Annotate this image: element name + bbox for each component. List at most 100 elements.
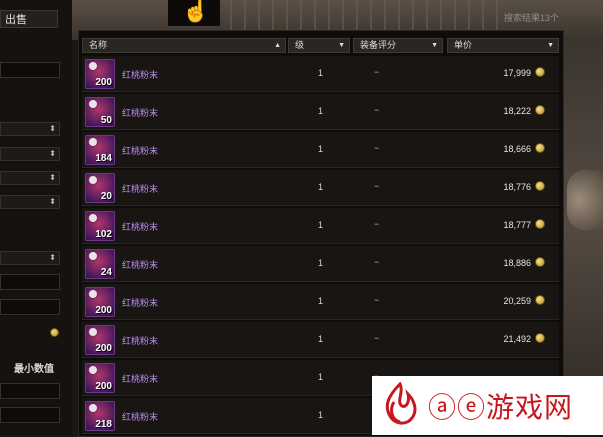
min-value-label: 最小数值 [14, 364, 54, 375]
item-quantity: 218 [95, 419, 112, 430]
gold-coin-icon [535, 143, 545, 153]
seal-icon [88, 251, 98, 261]
triangle-icon: ▼ [431, 42, 438, 49]
column-label: 名称 [89, 40, 108, 50]
filter-select-3[interactable]: ⬍ [0, 171, 60, 185]
list-item[interactable]: 200 红桃粉末 1 − 20,259 [82, 284, 559, 320]
min-value-input[interactable] [0, 383, 60, 399]
gold-coin-icon [535, 295, 545, 305]
item-icon: 200 [85, 325, 115, 355]
item-price: 18,886 [503, 258, 531, 268]
filter-select-5[interactable]: ⬍ [0, 251, 60, 265]
item-price: 18,776 [503, 182, 531, 192]
item-price: 18,777 [503, 220, 531, 230]
item-score: − [374, 143, 380, 153]
item-level: 1 [318, 334, 324, 344]
gold-coin-icon [535, 181, 545, 191]
item-level: 1 [318, 372, 324, 382]
seal-icon [88, 99, 98, 109]
gold-coin-icon [50, 328, 59, 337]
cursor-overlay: ☝ [168, 0, 220, 26]
item-price: 18,666 [503, 144, 531, 154]
gold-coin-icon [535, 219, 545, 229]
item-quantity: 200 [95, 77, 112, 88]
search-field[interactable] [0, 62, 60, 78]
item-icon: 200 [85, 59, 115, 89]
item-quantity: 24 [100, 267, 112, 278]
item-score: − [374, 219, 380, 229]
list-item[interactable]: 184 红桃粉末 1 − 18,666 [82, 132, 559, 168]
column-header-price[interactable]: 单价 ▼ [447, 38, 559, 53]
item-name: 红桃粉末 [122, 70, 159, 80]
item-score: − [374, 67, 380, 77]
item-level: 1 [318, 68, 324, 78]
list-item[interactable]: 200 红桃粉末 1 − 17,999 [82, 56, 559, 92]
item-icon: 50 [85, 97, 115, 127]
item-price: 21,492 [503, 334, 531, 344]
item-level: 1 [318, 296, 324, 306]
triangle-icon: ▲ [274, 42, 281, 49]
item-score: − [374, 295, 380, 305]
item-score: − [374, 257, 380, 267]
item-quantity: 102 [95, 229, 112, 240]
filter-select-1[interactable]: ⬍ [0, 122, 60, 136]
item-quantity: 200 [95, 305, 112, 316]
site-watermark: ⓐⓔ游戏网 [372, 376, 603, 435]
item-price: 17,999 [503, 68, 531, 78]
column-header-score[interactable]: 装备评分 ▼ [353, 38, 443, 53]
gold-coin-icon [535, 333, 545, 343]
item-icon: 102 [85, 211, 115, 241]
select-arrow-icon: ⬍ [49, 253, 56, 262]
seal-icon [88, 175, 98, 185]
item-icon: 218 [85, 401, 115, 431]
item-level: 1 [318, 220, 324, 230]
item-quantity: 184 [95, 153, 112, 164]
item-level: 1 [318, 258, 324, 268]
list-item[interactable]: 24 红桃粉末 1 − 18,886 [82, 246, 559, 282]
triangle-icon: ▼ [547, 42, 554, 49]
item-icon: 20 [85, 173, 115, 203]
seal-icon [88, 213, 98, 223]
column-label: 装备评分 [360, 40, 397, 50]
item-name: 红桃粉末 [122, 108, 159, 118]
seal-icon [88, 137, 98, 147]
item-icon: 200 [85, 363, 115, 393]
item-score: − [374, 105, 380, 115]
watermark-text: ⓐⓔ游戏网 [428, 392, 574, 423]
item-quantity: 200 [95, 381, 112, 392]
item-price: 20,259 [503, 296, 531, 306]
seal-icon [88, 61, 98, 71]
filter-input-1[interactable] [0, 274, 60, 290]
result-count: 搜索结果13个 [503, 13, 559, 23]
max-value-input[interactable] [0, 407, 60, 423]
select-arrow-icon: ⬍ [49, 149, 56, 158]
column-header-name[interactable]: 名称 ▲ [82, 38, 286, 53]
list-item[interactable]: 50 红桃粉末 1 − 18,222 [82, 94, 559, 130]
item-icon: 200 [85, 287, 115, 317]
item-level: 1 [318, 106, 324, 116]
triangle-icon: ▼ [338, 42, 345, 49]
item-icon: 184 [85, 135, 115, 165]
car-decoration [567, 170, 603, 230]
list-item[interactable]: 200 红桃粉末 1 − 21,492 [82, 322, 559, 358]
column-label: 级 [295, 40, 305, 50]
item-quantity: 20 [100, 191, 112, 202]
seal-icon [88, 289, 98, 299]
filter-select-4[interactable]: ⬍ [0, 195, 60, 209]
item-name: 红桃粉末 [122, 374, 159, 384]
filter-input-2[interactable] [0, 299, 60, 315]
seal-icon [88, 365, 98, 375]
gold-coin-icon [535, 257, 545, 267]
item-name: 红桃粉末 [122, 260, 159, 270]
list-item[interactable]: 102 红桃粉末 1 − 18,777 [82, 208, 559, 244]
gold-coin-icon [535, 67, 545, 77]
item-name: 红桃粉末 [122, 336, 159, 346]
item-score: − [374, 333, 380, 343]
filter-select-2[interactable]: ⬍ [0, 147, 60, 161]
item-price: 18,222 [503, 106, 531, 116]
list-item[interactable]: 20 红桃粉末 1 − 18,776 [82, 170, 559, 206]
column-header-level[interactable]: 级 ▼ [288, 38, 350, 53]
tab-sell[interactable]: 出售 [0, 10, 58, 28]
item-name: 红桃粉末 [122, 222, 159, 232]
item-icon: 24 [85, 249, 115, 279]
